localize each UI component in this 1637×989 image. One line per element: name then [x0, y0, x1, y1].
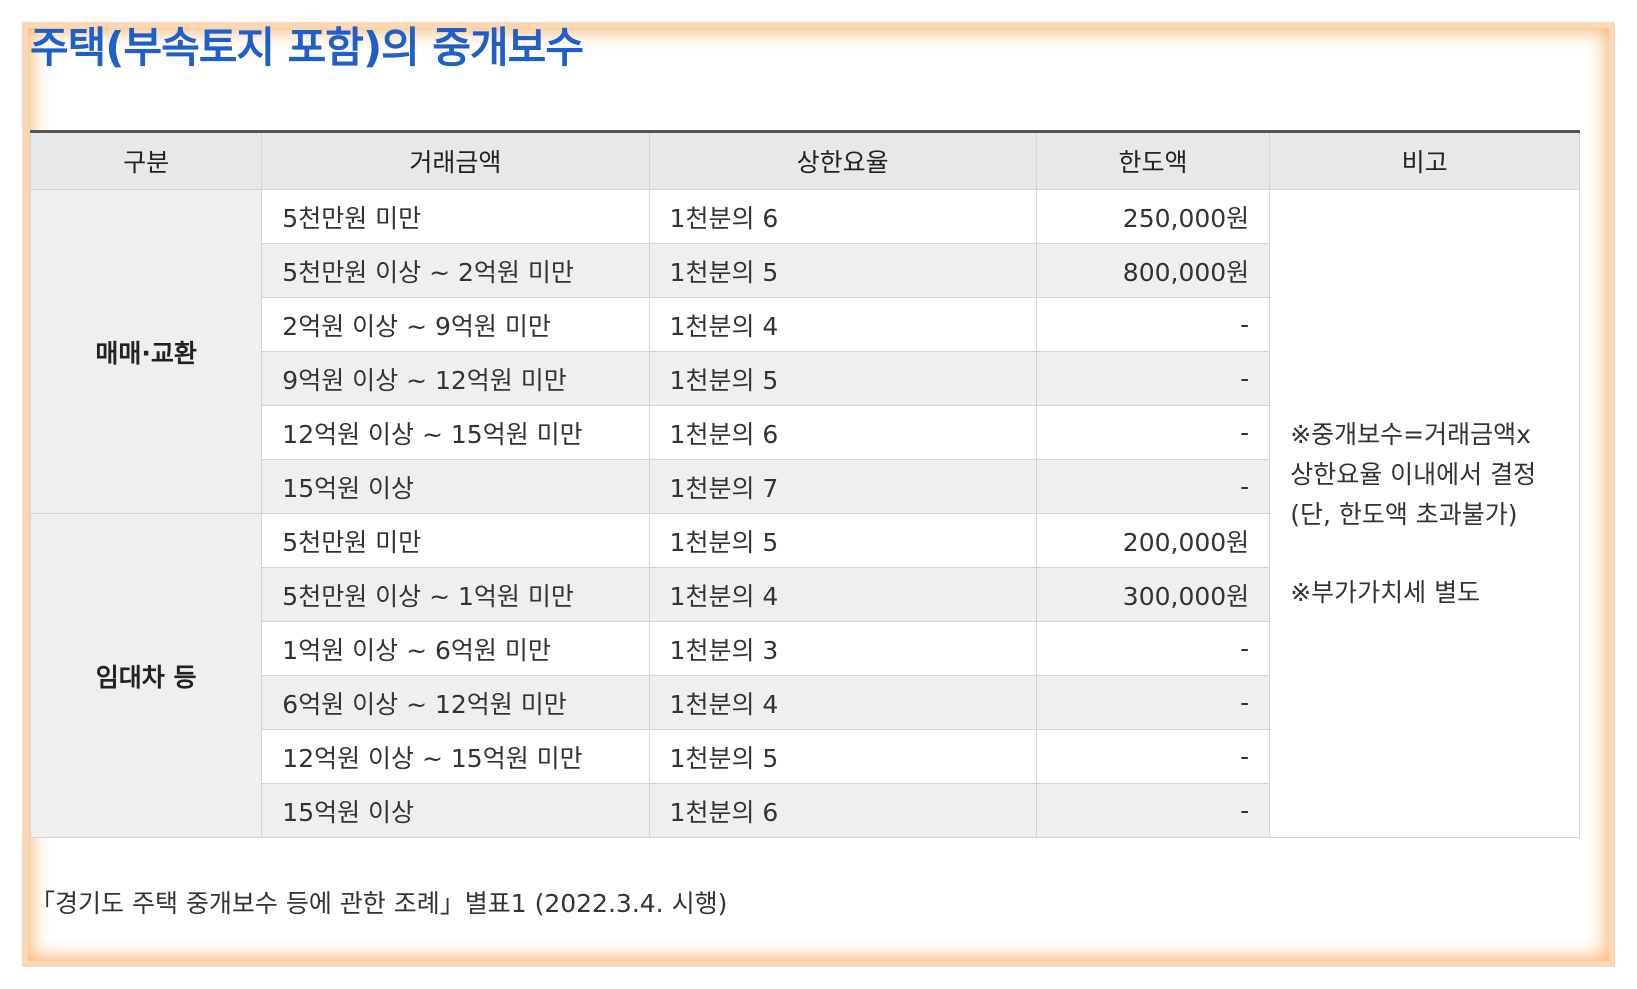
table-row: 매매·교환 5천만원 미만 1천분의 6 250,000원 ※중개보수=거래금액…: [29, 189, 1580, 838]
header-rate: 상한요율: [648, 131, 1037, 190]
limit-cell: -: [1035, 621, 1271, 676]
remark-spacer: [1290, 535, 1559, 573]
header-amount: 거래금액: [261, 131, 650, 190]
amount-cell: 9억원 이상 ~ 12억원 미만: [261, 351, 650, 406]
header-note: 비고: [1269, 131, 1580, 190]
limit-cell: -: [1035, 405, 1271, 460]
amount-cell: 15억원 이상: [261, 783, 650, 838]
limit-cell: -: [1035, 459, 1271, 514]
limit-cell: 250,000원: [1035, 189, 1271, 244]
amount-cell: 5천만원 미만: [261, 189, 650, 244]
amount-cell: 5천만원 이상 ~ 2억원 미만: [261, 243, 650, 298]
amount-cell: 6억원 이상 ~ 12억원 미만: [261, 675, 650, 730]
rate-cell: 1천분의 4: [648, 675, 1037, 730]
category-lease: 임대차 등: [29, 513, 263, 838]
category-sale-exchange: 매매·교환: [29, 189, 263, 514]
page-title: 주택(부속토지 포함)의 중개보수: [30, 23, 584, 72]
header-limit: 한도액: [1035, 131, 1271, 190]
rate-cell: 1천분의 6: [648, 189, 1037, 244]
remark-line: ※중개보수=거래금액x: [1290, 419, 1531, 449]
amount-cell: 1억원 이상 ~ 6억원 미만: [261, 621, 650, 676]
rate-cell: 1천분의 5: [648, 243, 1037, 298]
limit-cell: -: [1035, 783, 1271, 838]
limit-cell: -: [1035, 351, 1271, 406]
remarks-cell: ※중개보수=거래금액x 상한요율 이내에서 결정 (단, 한도액 초과불가) ※…: [1269, 189, 1580, 838]
amount-cell: 12억원 이상 ~ 15억원 미만: [261, 405, 650, 460]
limit-cell: 300,000원: [1035, 567, 1271, 622]
rate-cell: 1천분의 6: [648, 783, 1037, 838]
rate-cell: 1천분의 6: [648, 405, 1037, 460]
amount-cell: 5천만원 이상 ~ 1억원 미만: [261, 567, 650, 622]
limit-cell: 200,000원: [1035, 513, 1271, 568]
rate-cell: 1천분의 4: [648, 297, 1037, 352]
amount-cell: 5천만원 미만: [261, 513, 650, 568]
limit-cell: -: [1035, 297, 1271, 352]
content: 주택(부속토지 포함)의 중개보수 구분 거래금액 상한요율 한도액 비고 매매…: [29, 16, 1590, 918]
table-header-row: 구분 거래금액 상한요율 한도액 비고: [29, 131, 1580, 190]
amount-cell: 15억원 이상: [261, 459, 650, 514]
rate-cell: 1천분의 5: [648, 513, 1037, 568]
rate-cell: 1천분의 5: [648, 351, 1037, 406]
source-citation: 「경기도 주택 중개보수 등에 관한 조례」별표1 (2022.3.4. 시행): [30, 889, 728, 918]
rate-cell: 1천분의 4: [648, 567, 1037, 622]
remark-line: (단, 한도액 초과불가): [1290, 499, 1518, 529]
rate-cell: 1천분의 3: [648, 621, 1037, 676]
remark-line: ※부가가치세 별도: [1290, 577, 1481, 607]
amount-cell: 12억원 이상 ~ 15억원 미만: [261, 729, 650, 784]
limit-cell: -: [1035, 675, 1271, 730]
rate-cell: 1천분의 7: [648, 459, 1037, 514]
limit-cell: -: [1035, 729, 1271, 784]
brokerage-fee-table: 구분 거래금액 상한요율 한도액 비고 매매·교환 5천만원 미만 1천분의 6…: [29, 130, 1580, 838]
rate-cell: 1천분의 5: [648, 729, 1037, 784]
header-category: 구분: [29, 131, 263, 190]
limit-cell: 800,000원: [1035, 243, 1271, 298]
amount-cell: 2억원 이상 ~ 9억원 미만: [261, 297, 650, 352]
remark-line: 상한요율 이내에서 결정: [1290, 459, 1537, 489]
